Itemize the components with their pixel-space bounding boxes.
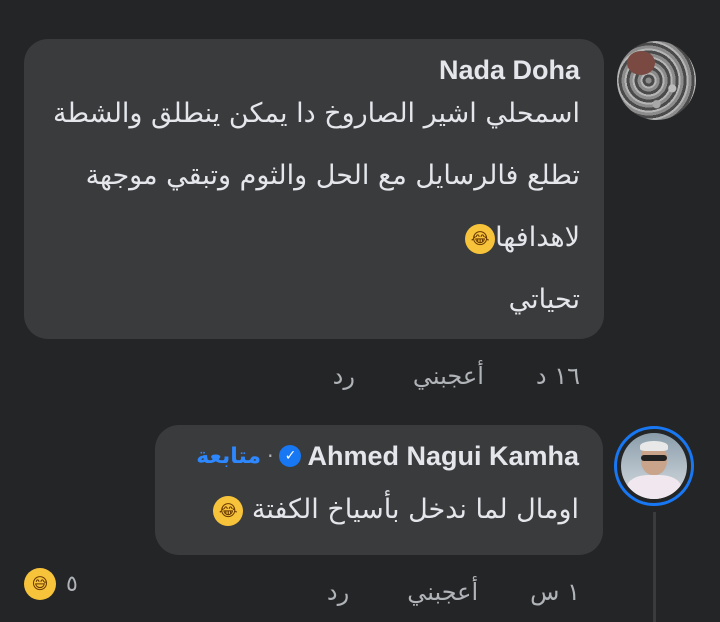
grinning-sweat-emoji-icon: 😅 — [24, 568, 56, 600]
ahmed-nagui-kamha-avatar[interactable] — [614, 426, 694, 506]
like-button[interactable]: أعجبني — [407, 578, 478, 606]
comment-text-line: تحياتي — [508, 284, 580, 315]
comment-time[interactable]: ١ س — [530, 578, 580, 606]
comment-author[interactable]: Nada Doha — [44, 53, 580, 87]
comment-text: لاهدافها — [495, 222, 580, 253]
comment-time[interactable]: ١٦ د — [536, 362, 580, 390]
comment-actions: ١ س أعجبني رد — [327, 578, 580, 606]
reply-button[interactable]: رد — [333, 362, 355, 390]
comment-text-line-with-emoji: لاهدافها😂 — [44, 207, 580, 269]
comment-author[interactable]: Ahmed Nagui Kamha — [307, 439, 579, 473]
laughing-tears-emoji-icon: 😂 — [465, 223, 496, 254]
comment-actions: ١٦ د أعجبني رد — [333, 362, 580, 390]
separator-dot: · — [267, 444, 274, 468]
comment-bubble-ahmed-nagui-kamha: متابعة · ✓ Ahmed Nagui Kamha اومال لما ن… — [155, 425, 603, 555]
verified-badge-icon: ✓ — [279, 445, 302, 467]
comment-text-line-with-emoji: اومال لما ندخل بأسياخ الكفتة 😂 — [175, 479, 579, 541]
reply-button[interactable]: رد — [327, 578, 349, 606]
avatar-face — [627, 51, 655, 75]
nada-doha-avatar[interactable] — [617, 41, 696, 120]
follow-button[interactable]: متابعة — [196, 444, 261, 469]
thread-line — [653, 512, 656, 622]
avatar-photo — [621, 433, 687, 499]
comment-text-line: اسمحلي اشير الصاروخ دا يمكن ينطلق والشطة — [52, 98, 580, 129]
comment-text: اومال لما ندخل بأسياخ الكفتة — [251, 494, 579, 525]
like-button[interactable]: أعجبني — [413, 362, 484, 390]
reaction-count: ٥ — [66, 571, 78, 597]
comment-header: متابعة · ✓ Ahmed Nagui Kamha — [175, 439, 579, 473]
comment-text-line: تطلع فالرسايل مع الحل والثوم وتبقي موجهة — [85, 160, 580, 191]
laughing-tears-emoji-icon: 😂 — [213, 495, 244, 526]
reaction-summary[interactable]: 😅 ٥ — [24, 568, 78, 600]
comment-bubble-nada-doha: Nada Doha اسمحلي اشير الصاروخ دا يمكن ين… — [24, 39, 604, 339]
